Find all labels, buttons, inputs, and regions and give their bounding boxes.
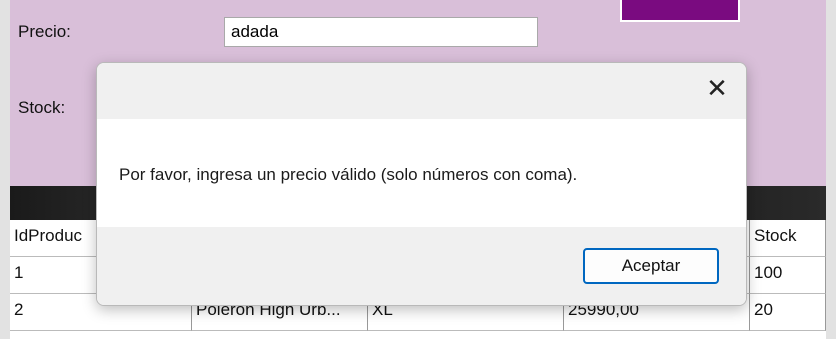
precio-input[interactable]: adada: [224, 17, 538, 47]
dialog-message: Por favor, ingresa un precio válido (sol…: [119, 165, 578, 184]
column-header-stock[interactable]: Stock: [750, 220, 826, 257]
purple-action-button[interactable]: [620, 0, 740, 22]
accept-button[interactable]: Aceptar: [583, 248, 719, 284]
dialog-footer: Aceptar: [97, 227, 746, 305]
table-row-1-stock[interactable]: 100: [750, 257, 826, 294]
validation-message-dialog: ✕ Por favor, ingresa un precio válido (s…: [96, 62, 747, 306]
table-row-2-stock[interactable]: 20: [750, 294, 826, 331]
stock-label: Stock:: [18, 98, 66, 117]
dialog-title-bar: ✕: [97, 63, 746, 119]
dialog-body: Por favor, ingresa un precio válido (sol…: [97, 119, 746, 227]
precio-label: Precio:: [18, 22, 71, 41]
close-icon[interactable]: ✕: [702, 75, 732, 105]
